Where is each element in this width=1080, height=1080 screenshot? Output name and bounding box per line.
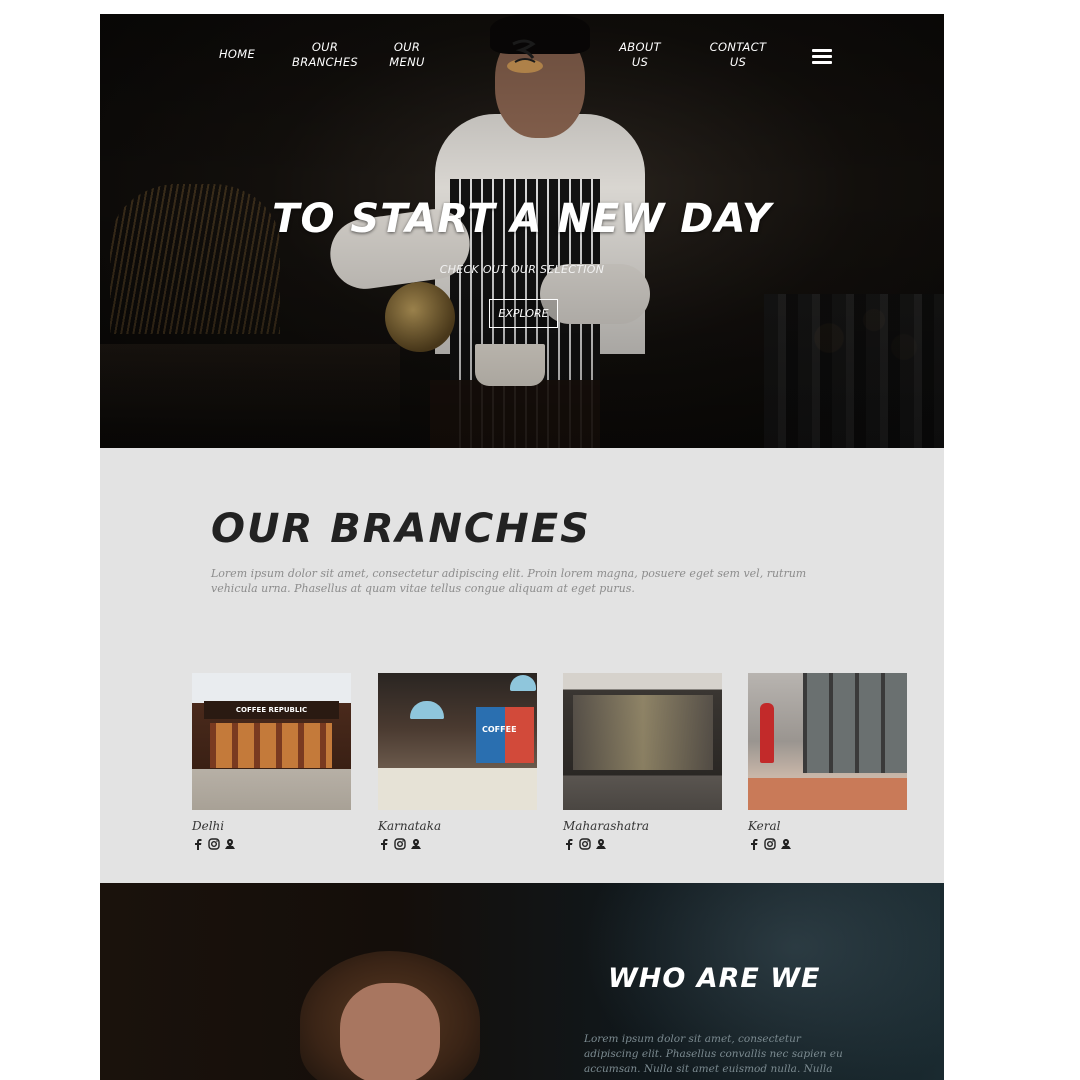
instagram-icon[interactable]	[579, 838, 591, 850]
nav-about-label-line1: ABOUT	[619, 40, 661, 54]
branches-section: OUR BRANCHES Lorem ipsum dolor sit amet,…	[100, 448, 944, 883]
instagram-icon[interactable]	[394, 838, 406, 850]
facebook-icon[interactable]	[378, 838, 390, 850]
nav-home[interactable]: HOME	[212, 47, 262, 62]
nav-contact-label-line1: CONTACT	[709, 40, 767, 54]
nav-menu-label-line2: MENU	[389, 55, 425, 69]
coffee-board: COFFEE	[476, 707, 534, 763]
branch-social-links	[378, 838, 537, 850]
page: HOME OUR BRANCHES OUR MENU ABOUT US CONT…	[100, 14, 944, 1080]
facebook-icon[interactable]	[563, 838, 575, 850]
hero-title: TO START A NEW DAY	[272, 196, 772, 242]
branch-name: Delhi	[192, 819, 225, 833]
branches-title: OUR BRANCHES	[211, 506, 591, 552]
map-icon[interactable]	[224, 838, 236, 850]
branch-image-maharashatra[interactable]	[563, 673, 722, 810]
branch-image-karnataka[interactable]: COFFEE	[378, 673, 537, 810]
woman-face	[340, 983, 440, 1080]
building-facade	[803, 673, 907, 773]
coffee-board-text: COFFEE	[482, 725, 517, 734]
nav-contact-us[interactable]: CONTACT US	[703, 40, 773, 70]
hamburger-menu-icon[interactable]	[812, 49, 832, 65]
branch-card-delhi[interactable]: COFFEE REPUBLIC Delhi	[192, 673, 351, 850]
branch-image-delhi[interactable]: COFFEE REPUBLIC	[192, 673, 351, 810]
nav-our-branches[interactable]: OUR BRANCHES	[290, 40, 360, 70]
pendant-lamp	[410, 701, 444, 719]
branch-card-maharashatra[interactable]: Maharashatra	[563, 673, 722, 850]
storefront-sign: COFFEE REPUBLIC	[204, 701, 339, 719]
nav-our-menu[interactable]: OUR MENU	[382, 40, 432, 70]
branch-image-keral[interactable]	[748, 673, 907, 810]
pendant-lamp	[510, 675, 536, 691]
nav-branches-label-line2: BRANCHES	[292, 55, 358, 69]
facebook-icon[interactable]	[192, 838, 204, 850]
map-icon[interactable]	[595, 838, 607, 850]
who-are-we-title: WHO ARE WE	[608, 963, 821, 994]
branch-card-karnataka[interactable]: COFFEE Karnataka	[378, 673, 537, 850]
instagram-icon[interactable]	[208, 838, 220, 850]
explore-button[interactable]: EXPLORE	[489, 299, 558, 328]
coffee-logo-icon[interactable]	[503, 36, 547, 78]
instagram-icon[interactable]	[764, 838, 776, 850]
branch-social-links	[563, 838, 722, 850]
patio-umbrella	[760, 703, 774, 763]
who-are-we-section: WHO ARE WE Lorem ipsum dolor sit amet, c…	[100, 883, 944, 1080]
hero-section: HOME OUR BRANCHES OUR MENU ABOUT US CONT…	[100, 14, 944, 448]
nav-branches-label-line1: OUR	[311, 40, 339, 54]
branch-social-links	[192, 838, 351, 850]
branches-description: Lorem ipsum dolor sit amet, consectetur …	[211, 567, 807, 595]
branch-name: Karnataka	[378, 819, 442, 833]
terrace-floor	[748, 778, 907, 810]
map-icon[interactable]	[780, 838, 792, 850]
branch-card-keral[interactable]: Keral	[748, 673, 907, 850]
cafe-counter	[378, 768, 537, 810]
facebook-icon[interactable]	[748, 838, 760, 850]
hero-subtitle: CHECK OUT OUR SELECTION	[439, 263, 605, 276]
who-are-we-text: Lorem ipsum dolor sit amet, consectetur …	[584, 1033, 843, 1075]
nav-about-us[interactable]: ABOUT US	[615, 40, 665, 70]
nav-contact-label-line2: US	[729, 55, 747, 69]
main-nav: HOME OUR BRANCHES OUR MENU ABOUT US CONT…	[100, 14, 944, 94]
nav-menu-label-line1: OUR	[393, 40, 421, 54]
storefront-windows	[210, 723, 332, 768]
glass-storefront	[573, 695, 713, 770]
branch-social-links	[748, 838, 907, 850]
branch-name: Maharashatra	[563, 819, 649, 833]
branch-name: Keral	[748, 819, 781, 833]
nav-about-label-line2: US	[631, 55, 649, 69]
nav-home-label: HOME	[218, 47, 256, 61]
map-icon[interactable]	[410, 838, 422, 850]
